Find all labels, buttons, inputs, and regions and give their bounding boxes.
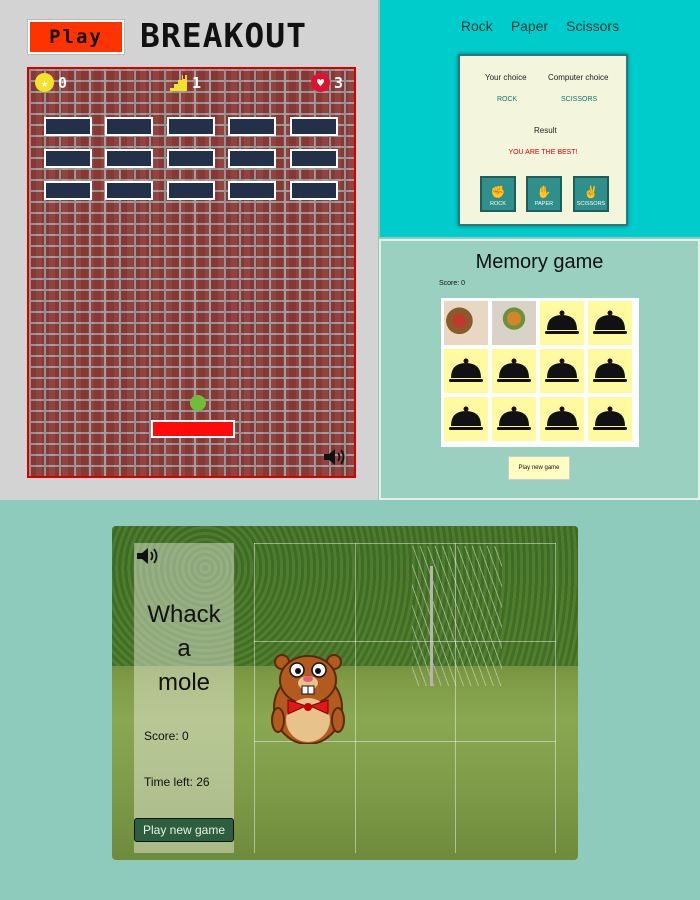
- speaker-icon[interactable]: [136, 546, 160, 566]
- card-cloche[interactable]: [492, 349, 536, 393]
- memory-title: Memory game: [475, 251, 604, 273]
- brick: [105, 149, 153, 168]
- your-choice-value: ROCK: [497, 96, 518, 103]
- rps-nav: Rock Paper Scissors: [380, 18, 700, 34]
- grid-line: [254, 641, 556, 642]
- brick: [105, 117, 153, 136]
- lives-value: 3: [334, 73, 344, 92]
- result-value: YOU ARE THE BEST!: [508, 149, 578, 156]
- whack-title-line: Whack: [147, 601, 221, 628]
- card-cloche[interactable]: [540, 301, 584, 345]
- whack-a-mole-panel: Whack a mole Score: 0 Time left: 26 Play…: [112, 526, 578, 860]
- card-cloche[interactable]: [588, 301, 632, 345]
- computer-choice-label: Computer choice: [548, 73, 609, 82]
- brick: [44, 117, 92, 136]
- brick: [105, 181, 153, 200]
- breakout-field[interactable]: ★ 0 1 ♥ 3: [27, 67, 356, 478]
- cloche-icon: [545, 406, 579, 430]
- speaker-icon[interactable]: [323, 447, 347, 467]
- cloche-icon: [545, 310, 579, 334]
- whack-title-line: mole: [157, 669, 211, 696]
- card-cloche[interactable]: [588, 397, 632, 441]
- breakout-title: BREAKOUT: [140, 16, 307, 55]
- whack-time-left: Time left: 26: [144, 775, 210, 789]
- grid-line: [254, 543, 255, 853]
- rps-panel: Rock Paper Scissors Your choice Computer…: [380, 0, 700, 237]
- brick: [228, 117, 276, 136]
- card-cloche[interactable]: [444, 349, 488, 393]
- computer-choice-value: SCISSORS: [561, 96, 598, 103]
- rps-card: Your choice Computer choice ROCK SCISSOR…: [458, 54, 628, 226]
- cloche-icon: [449, 358, 483, 382]
- fist-icon: ✊: [490, 185, 506, 199]
- level-display: 1: [169, 73, 201, 92]
- card-cloche[interactable]: [540, 349, 584, 393]
- brick: [290, 149, 338, 168]
- nav-scissors[interactable]: Scissors: [566, 18, 619, 34]
- paddle[interactable]: [151, 420, 235, 438]
- paper-button-label: PAPER: [534, 201, 554, 207]
- rock-button[interactable]: ✊ ROCK: [480, 176, 516, 212]
- memory-grid: [441, 298, 639, 447]
- scissors-button-label: SCISSORS: [576, 201, 606, 207]
- breakout-panel: Play BREAKOUT ★ 0 1 ♥ 3: [0, 0, 378, 500]
- card-cloche[interactable]: [540, 397, 584, 441]
- mole-character[interactable]: [270, 650, 346, 744]
- tree-branches: [412, 546, 502, 686]
- score-display: ★ 0: [35, 73, 67, 92]
- grid-line: [555, 543, 556, 853]
- cloche-icon: [497, 406, 531, 430]
- lives-display: ♥ 3: [311, 73, 343, 92]
- scissors-hand-icon: ✌: [583, 185, 599, 199]
- stairs-icon: [170, 73, 187, 91]
- brick: [228, 181, 276, 200]
- cloche-icon: [593, 310, 627, 334]
- rock-button-label: ROCK: [490, 201, 506, 207]
- whack-title-line: a: [177, 635, 191, 662]
- card-cloche[interactable]: [444, 397, 488, 441]
- brick: [167, 149, 215, 168]
- cloche-icon: [593, 358, 627, 382]
- play-button[interactable]: Play: [28, 20, 124, 54]
- nav-paper[interactable]: Paper: [511, 18, 548, 34]
- heart-icon: ♥: [311, 73, 330, 92]
- card-cloche[interactable]: [588, 349, 632, 393]
- brick: [290, 117, 338, 136]
- star-icon: ★: [35, 73, 54, 92]
- memory-panel: Memory game Score: 0 Play new game: [379, 239, 700, 500]
- grid-line: [455, 543, 456, 853]
- paper-button[interactable]: ✋ PAPER: [526, 176, 562, 212]
- grid-line: [355, 543, 356, 853]
- card-food-photo[interactable]: [444, 301, 488, 345]
- ball: [190, 395, 206, 411]
- memory-new-game-button[interactable]: Play new game: [508, 456, 570, 480]
- score-value: 0: [58, 73, 68, 92]
- cloche-icon: [497, 358, 531, 382]
- scissors-button[interactable]: ✌ SCISSORS: [573, 176, 609, 212]
- cloche-icon: [449, 406, 483, 430]
- cloche-icon: [593, 406, 627, 430]
- level-value: 1: [192, 73, 202, 92]
- whack-new-game-button[interactable]: Play new game: [134, 818, 234, 842]
- card-food-photo[interactable]: [492, 301, 536, 345]
- nav-rock[interactable]: Rock: [461, 18, 493, 34]
- brick: [44, 181, 92, 200]
- memory-score: Score: 0: [439, 280, 466, 287]
- hand-icon: ✋: [536, 185, 552, 199]
- brick: [44, 149, 92, 168]
- card-cloche[interactable]: [492, 397, 536, 441]
- whack-score: Score: 0: [144, 729, 189, 743]
- grid-line: [254, 543, 556, 544]
- brick: [290, 181, 338, 200]
- brick: [167, 117, 215, 136]
- tree-trunk: [430, 566, 433, 686]
- brick: [228, 149, 276, 168]
- whack-title: Whack a mole: [134, 598, 234, 700]
- brick: [167, 181, 215, 200]
- result-label: Result: [534, 126, 557, 135]
- cloche-icon: [545, 358, 579, 382]
- your-choice-label: Your choice: [485, 73, 527, 82]
